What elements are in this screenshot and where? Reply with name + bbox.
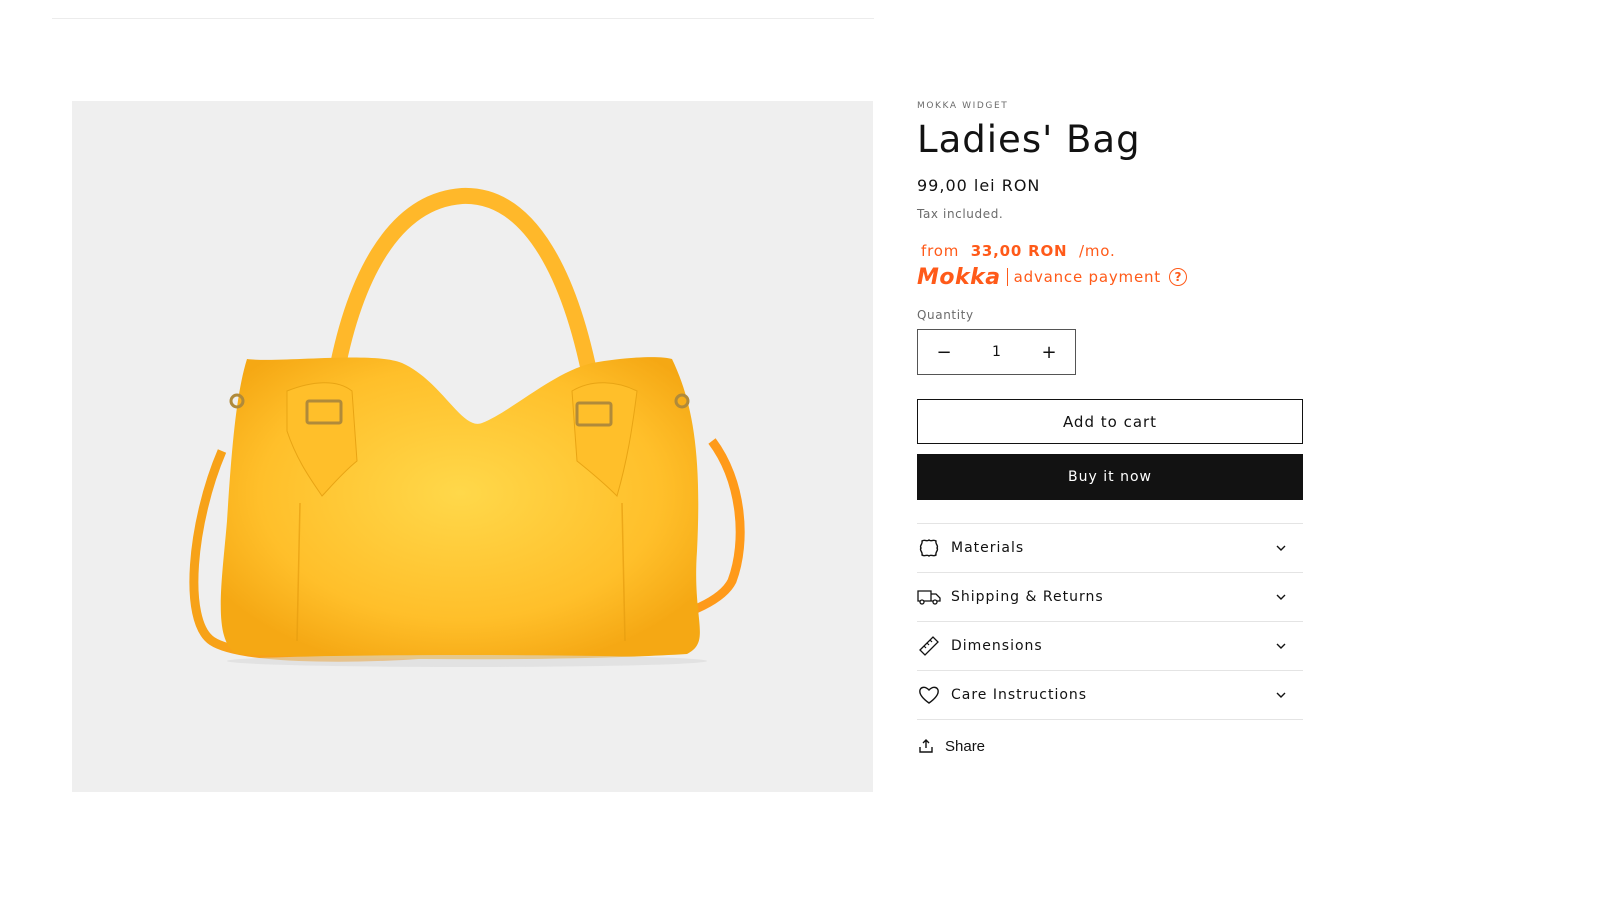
accordion-label: Care Instructions [951, 687, 1088, 703]
chevron-down-icon [1273, 589, 1289, 605]
tax-note: Tax included. [917, 207, 1004, 221]
accordion-shipping[interactable]: Shipping & Returns [917, 573, 1303, 622]
truck-icon [917, 585, 941, 609]
help-icon[interactable]: ? [1168, 268, 1187, 286]
leather-icon [917, 536, 941, 560]
accordion-label: Materials [951, 540, 1025, 556]
add-to-cart-button[interactable]: Add to cart [917, 399, 1303, 444]
accordion-dimensions[interactable]: Dimensions [917, 622, 1303, 671]
product-info: MOKKA WIDGET Ladies' Bag 99,00 lei RON T… [917, 100, 1304, 758]
quantity-increase-button[interactable]: + [1023, 330, 1075, 374]
chevron-down-icon [1273, 540, 1289, 556]
accordion-materials[interactable]: Materials [917, 524, 1303, 573]
mokka-installment: from 33,00 RON /mo. [917, 241, 1304, 261]
accordion-label: Dimensions [951, 638, 1043, 654]
mokka-per-month: /mo. [1079, 242, 1116, 260]
chevron-down-icon [1273, 687, 1289, 703]
product-image[interactable] [72, 101, 873, 792]
product-title: Ladies' Bag [917, 118, 1141, 161]
buy-now-button[interactable]: Buy it now [917, 454, 1303, 500]
share-icon [917, 737, 935, 755]
header-divider [52, 18, 874, 19]
heart-icon [917, 683, 941, 707]
mokka-logo: Mokka [917, 264, 1001, 290]
product-price: 99,00 lei RON [917, 176, 1041, 195]
chevron-down-icon [1273, 638, 1289, 654]
product-vendor: MOKKA WIDGET [917, 101, 1009, 111]
mokka-separator [1006, 268, 1008, 286]
quantity-decrease-button[interactable]: − [918, 330, 970, 374]
mokka-from-label: from [921, 242, 960, 260]
product-accordions: Materials Shipping & Returns Dimensions [917, 523, 1303, 720]
quantity-input[interactable] [971, 344, 1022, 360]
quantity-label: Quantity [917, 308, 974, 322]
accordion-care[interactable]: Care Instructions [917, 671, 1303, 720]
quantity-stepper: − + [917, 329, 1076, 375]
share-label: Share [945, 737, 986, 755]
ruler-icon [917, 634, 941, 658]
mokka-widget[interactable]: from 33,00 RON /mo. Mokka advance paymen… [917, 241, 1304, 291]
accordion-label: Shipping & Returns [951, 589, 1104, 605]
mokka-amount: 33,00 RON [970, 242, 1068, 260]
handbag-illustration [189, 187, 745, 667]
share-button[interactable]: Share [917, 734, 1304, 758]
mokka-advance-label: advance payment [1013, 268, 1161, 286]
